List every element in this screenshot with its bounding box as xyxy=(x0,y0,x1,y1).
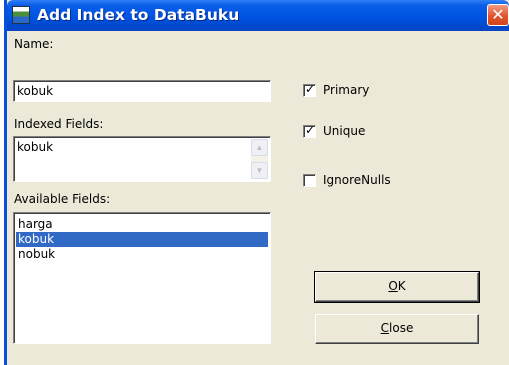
name-input[interactable]: kobuk xyxy=(13,80,271,102)
unique-label: Unique xyxy=(323,124,366,138)
indexed-fields-box[interactable]: kobuk ▲ ▼ xyxy=(13,136,271,182)
primary-label: Primary xyxy=(323,83,370,97)
app-icon xyxy=(12,6,30,24)
list-item-nobuk[interactable]: nobuk xyxy=(16,247,268,262)
ignore-nulls-label: IgnoreNulls xyxy=(323,173,391,187)
check-icon: ✓ xyxy=(305,123,316,137)
indexed-fields-value: kobuk xyxy=(17,140,54,154)
ok-button-mnemonic: O xyxy=(388,279,398,293)
list-item-kobuk[interactable]: kobuk xyxy=(16,232,268,247)
name-input-value: kobuk xyxy=(17,84,54,98)
check-icon: ✓ xyxy=(305,82,316,96)
scroll-up-icon: ▲ xyxy=(255,143,264,152)
list-item-harga[interactable]: harga xyxy=(16,217,268,232)
dialog-window: Add Index to DataBuku ✕ Name: kobuk Inde… xyxy=(4,0,509,365)
scroll-up-button[interactable]: ▲ xyxy=(251,139,268,156)
scroll-down-icon: ▼ xyxy=(255,166,264,175)
indexed-fields-label: Indexed Fields: xyxy=(14,117,104,131)
close-button-label: lose xyxy=(389,321,414,335)
scroll-down-button[interactable]: ▼ xyxy=(251,162,268,179)
ok-button-label: K xyxy=(397,279,406,293)
title-bar[interactable]: Add Index to DataBuku ✕ xyxy=(7,0,509,31)
ok-button[interactable]: OK xyxy=(314,271,480,303)
name-label: Name: xyxy=(14,37,54,51)
close-button-mnemonic: C xyxy=(380,321,390,335)
close-button[interactable]: Close xyxy=(315,314,479,344)
ignore-nulls-checkbox[interactable] xyxy=(303,174,316,187)
primary-checkbox[interactable]: ✓ xyxy=(303,82,316,97)
window-title: Add Index to DataBuku xyxy=(37,6,240,24)
indexed-fields-scrollbar[interactable]: ▲ ▼ xyxy=(251,139,268,179)
available-fields-list[interactable]: harga kobuk nobuk xyxy=(13,212,271,344)
unique-checkbox[interactable]: ✓ xyxy=(303,123,316,138)
close-window-button[interactable]: ✕ xyxy=(487,4,509,26)
available-fields-label: Available Fields: xyxy=(14,192,111,206)
close-icon: ✕ xyxy=(491,5,505,24)
